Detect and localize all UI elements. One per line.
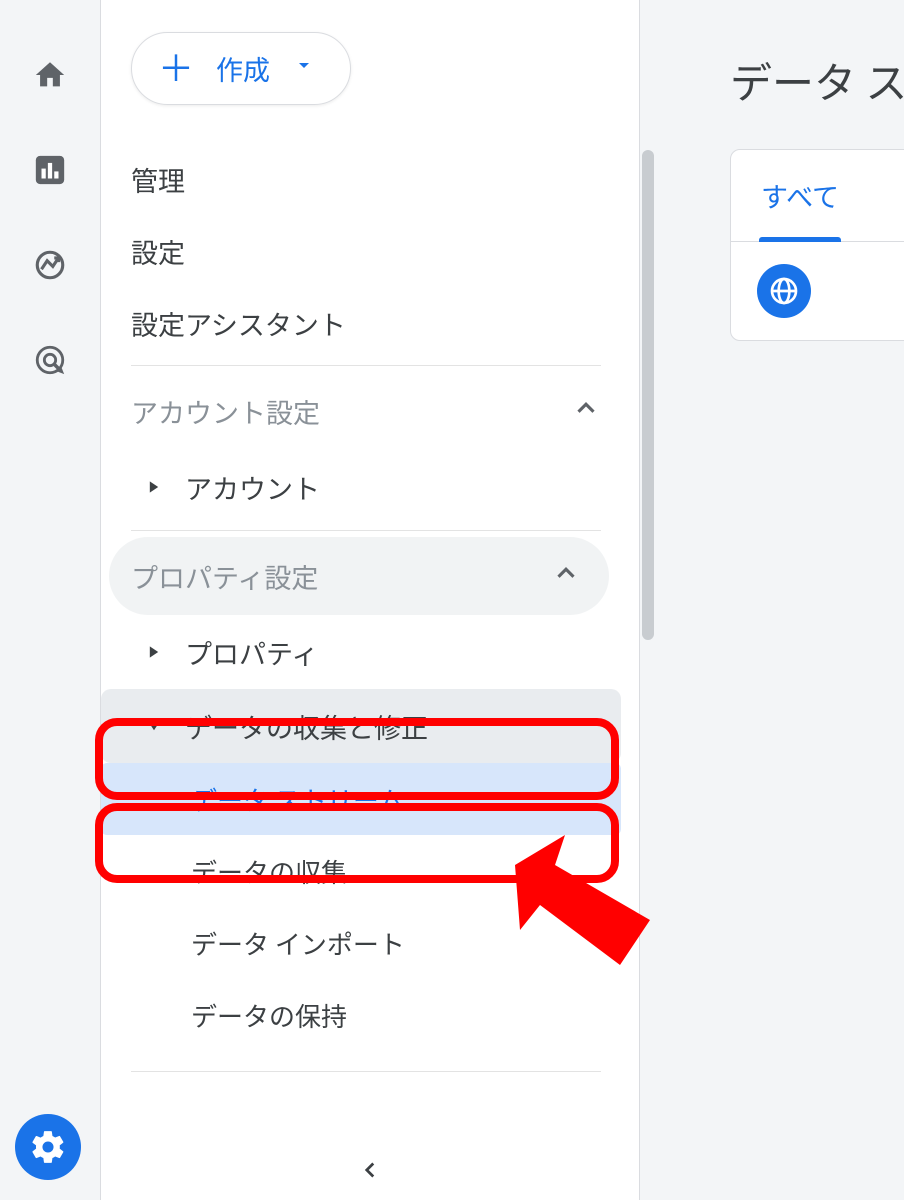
subsubitem-label: データ ストリーム [191,781,404,818]
subitem-label: プロパティ [185,633,318,672]
chevron-up-icon [551,557,581,596]
admin-item-setup-assistant[interactable]: 設定アシスタント [131,287,629,359]
subitem-label: データの収集と修正 [185,707,428,746]
admin-sidebar: ＋ 作成 管理 設定 設定アシスタント アカウント設定 アカウント [100,0,640,1200]
section-label: プロパティ設定 [131,557,318,596]
arrow-right-icon [139,645,169,659]
page-title: データ ス [730,50,904,111]
content-area: データ ス すべて [700,0,904,1200]
subitem-data-collection-and-modification[interactable]: データの収集と修正 [101,689,621,763]
collapse-sidebar-button[interactable] [357,1157,383,1188]
icon-rail [0,0,100,1200]
create-button-label: 作成 [216,49,270,88]
section-account-settings[interactable]: アカウント設定 [131,372,629,450]
explore-icon[interactable] [30,245,70,285]
plus-icon: ＋ [158,51,194,87]
arrow-down-icon [139,719,169,733]
section-label: アカウント設定 [131,392,320,431]
divider [131,1071,601,1072]
admin-item-label: 設定 [131,232,185,271]
subsubitem-label: データ インポート [191,925,405,962]
create-button[interactable]: ＋ 作成 [131,32,351,105]
subsubitem-data-import[interactable]: データ インポート [101,907,621,979]
subsubitem-label: データの収集 [191,853,347,890]
subitem-property[interactable]: プロパティ [131,615,629,689]
web-stream-icon [757,264,811,318]
subsubitem-data-collection[interactable]: データの収集 [101,835,621,907]
divider [131,365,601,366]
stream-list-card: すべて [730,149,904,341]
divider [131,530,601,531]
admin-item-label: 設定アシスタント [131,304,346,343]
admin-gear-button[interactable] [15,1114,81,1180]
caret-down-icon [292,53,316,84]
subitem-account[interactable]: アカウント [131,450,629,524]
subsubitem-label: データの保持 [191,997,347,1034]
chevron-up-icon [571,392,601,431]
home-icon[interactable] [30,55,70,95]
stream-row[interactable] [731,242,904,340]
tab-bar: すべて [731,150,904,242]
tab-all[interactable]: すべて [731,150,869,241]
scrollbar-thumb[interactable] [642,150,654,640]
admin-item-label: 管理 [131,160,185,199]
tab-label: すべて [761,176,839,215]
admin-item-settings[interactable]: 設定 [131,215,629,287]
admin-item-manage[interactable]: 管理 [131,143,629,215]
arrow-right-icon [139,480,169,494]
subitem-label: アカウント [185,468,320,507]
reports-icon[interactable] [30,150,70,190]
section-property-settings[interactable]: プロパティ設定 [109,537,609,615]
subsubitem-data-streams[interactable]: データ ストリーム [101,763,621,835]
advertising-icon[interactable] [30,340,70,380]
subsubitem-data-retention[interactable]: データの保持 [101,979,621,1051]
